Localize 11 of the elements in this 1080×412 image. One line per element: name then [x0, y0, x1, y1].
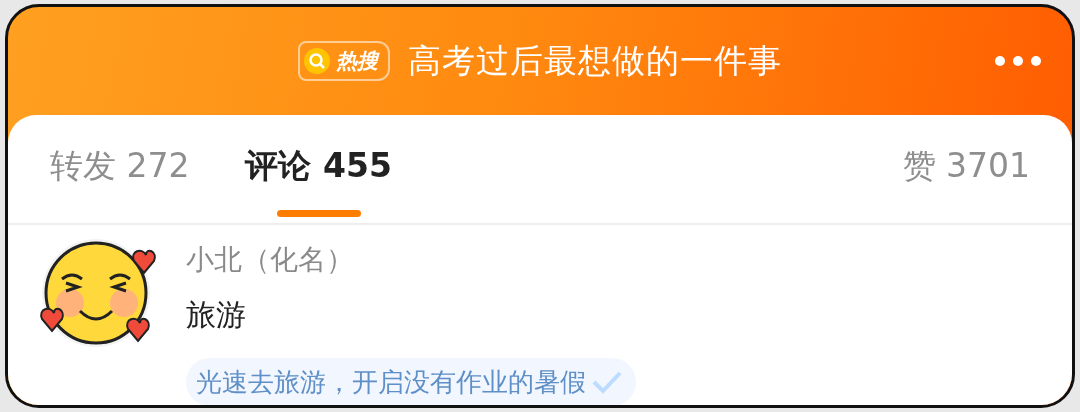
tab[interactable]: 赞 3701 [896, 115, 1036, 223]
search-icon [304, 48, 330, 74]
tab[interactable]: 转发 272 [44, 115, 196, 223]
tab[interactable]: 评论 455 [239, 115, 398, 223]
topic-tag[interactable]: 光速去旅游，开启没有作业的暑假 [186, 358, 636, 405]
comment-text: 旅游 [186, 296, 247, 334]
hot-search-badge[interactable]: 热搜 [298, 41, 390, 81]
author-name[interactable]: 小北（化名） [186, 241, 636, 279]
more-icon[interactable] [994, 55, 1042, 67]
topic-title: 高考过后最想做的一件事 [408, 39, 782, 82]
badge-label: 热搜 [336, 48, 378, 75]
